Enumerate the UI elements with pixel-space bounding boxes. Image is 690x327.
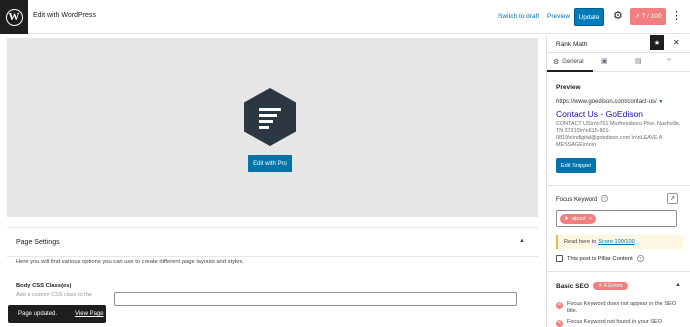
errors-badge-text: 6 Errors [603,283,623,289]
star-pin-icon[interactable]: ★ [650,35,664,50]
error-icon: ✕ [556,320,563,327]
divider [547,271,690,272]
divider [547,185,690,186]
tab-general[interactable]: ⚙ General [547,53,593,72]
star-icon: ★ [564,216,569,222]
settings-gear-icon[interactable]: ⚙ [613,11,623,22]
page-settings-panel-header[interactable]: Page Settings ▲ [7,227,538,257]
page-settings-description: Here you will find various options you c… [16,259,245,265]
rank-math-score-button[interactable]: ↗ 7 / 100 [630,8,666,25]
snippet-description: CONTACT US\n\n701 Murfreesboro Pike, Nas… [556,121,681,148]
remove-keyword-icon[interactable]: × [589,216,592,222]
errors-badge: ✕ 6 Errors [592,282,628,290]
preview-button[interactable]: Preview [547,13,570,20]
edit-with-pro-button[interactable]: Edit with Pro [248,155,292,172]
snippet-url: https://www.goedison.com/contact-us/ ▼ [556,99,663,105]
help-icon[interactable]: ? [636,255,644,262]
gear-icon: ⚙ [553,58,560,66]
tab-advanced-briefcase-icon[interactable]: ▣ [601,57,608,65]
update-button[interactable]: Update [574,8,604,26]
view-page-link[interactable]: View Page [75,311,104,317]
collapse-arrow-icon[interactable]: ▲ [519,238,525,244]
snackbar-notice: Page updated. View Page [8,305,106,323]
basic-seo-title: Basic SEO [556,282,589,290]
score-tip-notice: Read here to Score 100/100 [556,235,683,249]
keyword-text: about [571,216,586,222]
snackbar-message: Page updated. [18,311,58,317]
basic-seo-header[interactable]: Basic SEO ✕ 6 Errors [556,282,628,290]
score-tip-text: Read here to [564,239,597,245]
tab-general-label: General [562,58,584,65]
help-icon[interactable]: ? [601,195,608,202]
keyword-tag[interactable]: ★ about × [560,214,596,224]
focus-keyword-label: Focus Keyword [556,197,598,203]
focus-keyword-input[interactable]: ★ about × [556,210,677,227]
pillar-content-option: This post is Pillar Content ? [556,255,644,262]
pillar-content-label: This post is Pillar Content [567,255,633,262]
body-css-input[interactable] [114,292,517,306]
error-icon: ✕ [556,302,563,309]
seo-check-text: Focus Keyword does not appear in the SEO… [567,301,677,314]
page-settings-title: Page Settings [16,239,60,246]
tab-social-icon[interactable]: ⑂ [667,57,671,64]
body-css-help-text: Add a custom CSS class to the [16,292,92,298]
close-icon: ✕ [597,283,603,289]
snippet-url-text: https://www.goedison.com/contact-us/ [556,99,657,105]
sidebar-header: Rank Math ★ ✕ [547,35,690,52]
score-100-link[interactable]: Score 100/100 [598,239,634,245]
switch-to-draft-button[interactable]: Switch to draft [498,13,539,20]
sidebar-tabs: ⚙ General ▣ ▤ ⑂ [547,52,690,72]
preview-heading: Preview [556,84,581,91]
trend-icon: ↗ [634,14,640,20]
wordpress-icon: W [5,8,23,26]
editor-top-bar: W Edit with WordPress Switch to draft Pr… [0,0,690,34]
editor-area: Edit with Pro Page Settings ▲ [0,35,546,327]
rank-math-sidebar: Rank Math ★ ✕ ⚙ General ▣ ▤ ⑂ Preview ht… [546,35,690,327]
seo-check-item: ✕ Focus Keyword does not appear in the S… [556,301,681,315]
more-options-icon[interactable]: ⋮ [671,10,682,22]
seo-check-text: Focus Keyword not found in your SEO [567,319,663,325]
page-builder-logo-icon [244,88,296,146]
keyword-trends-icon[interactable]: ↗ [667,193,678,204]
wordpress-logo-button[interactable]: W [0,0,28,34]
caret-down-icon: ▼ [658,99,664,105]
tab-schema-icon[interactable]: ▤ [635,57,642,65]
sidebar-title: Rank Math [556,41,588,48]
seo-check-item: ✕ Focus Keyword not found in your SEO [556,319,681,327]
builder-canvas: Edit with Pro [7,38,538,217]
collapse-arrow-icon[interactable]: ▲ [675,282,681,288]
close-icon[interactable]: ✕ [673,38,680,47]
snippet-title: Contact Us - GoEdison [556,109,643,119]
body-css-label: Body CSS Class(es) [16,283,72,289]
editor-title: Edit with WordPress [33,12,96,19]
edit-snippet-button[interactable]: Edit Snippet [556,158,596,173]
seo-score: 7 / 100 [641,13,662,20]
pillar-content-checkbox[interactable] [556,255,563,262]
